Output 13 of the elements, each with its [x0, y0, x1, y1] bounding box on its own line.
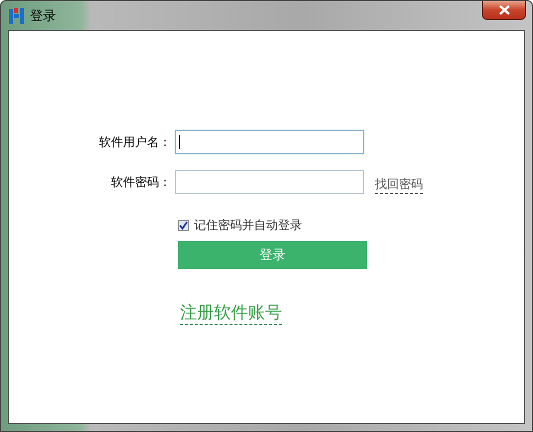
close-button[interactable]	[482, 1, 526, 20]
register-link[interactable]: 注册软件账号	[180, 301, 282, 325]
window-title: 登录	[30, 8, 56, 24]
field-label: 软件密码：	[110, 174, 172, 190]
input-field[interactable]	[175, 170, 364, 194]
field-label: 软件用户名：	[98, 134, 172, 150]
forgot-password-link[interactable]: 找回密码	[375, 176, 423, 194]
input-field[interactable]	[175, 130, 364, 154]
login-button[interactable]: 登录	[178, 241, 367, 269]
remember-checkbox[interactable]	[178, 220, 189, 231]
close-icon	[498, 5, 510, 15]
checkbox-label: 记住密码并自动登录	[194, 217, 302, 234]
app-logo-icon	[8, 6, 26, 24]
